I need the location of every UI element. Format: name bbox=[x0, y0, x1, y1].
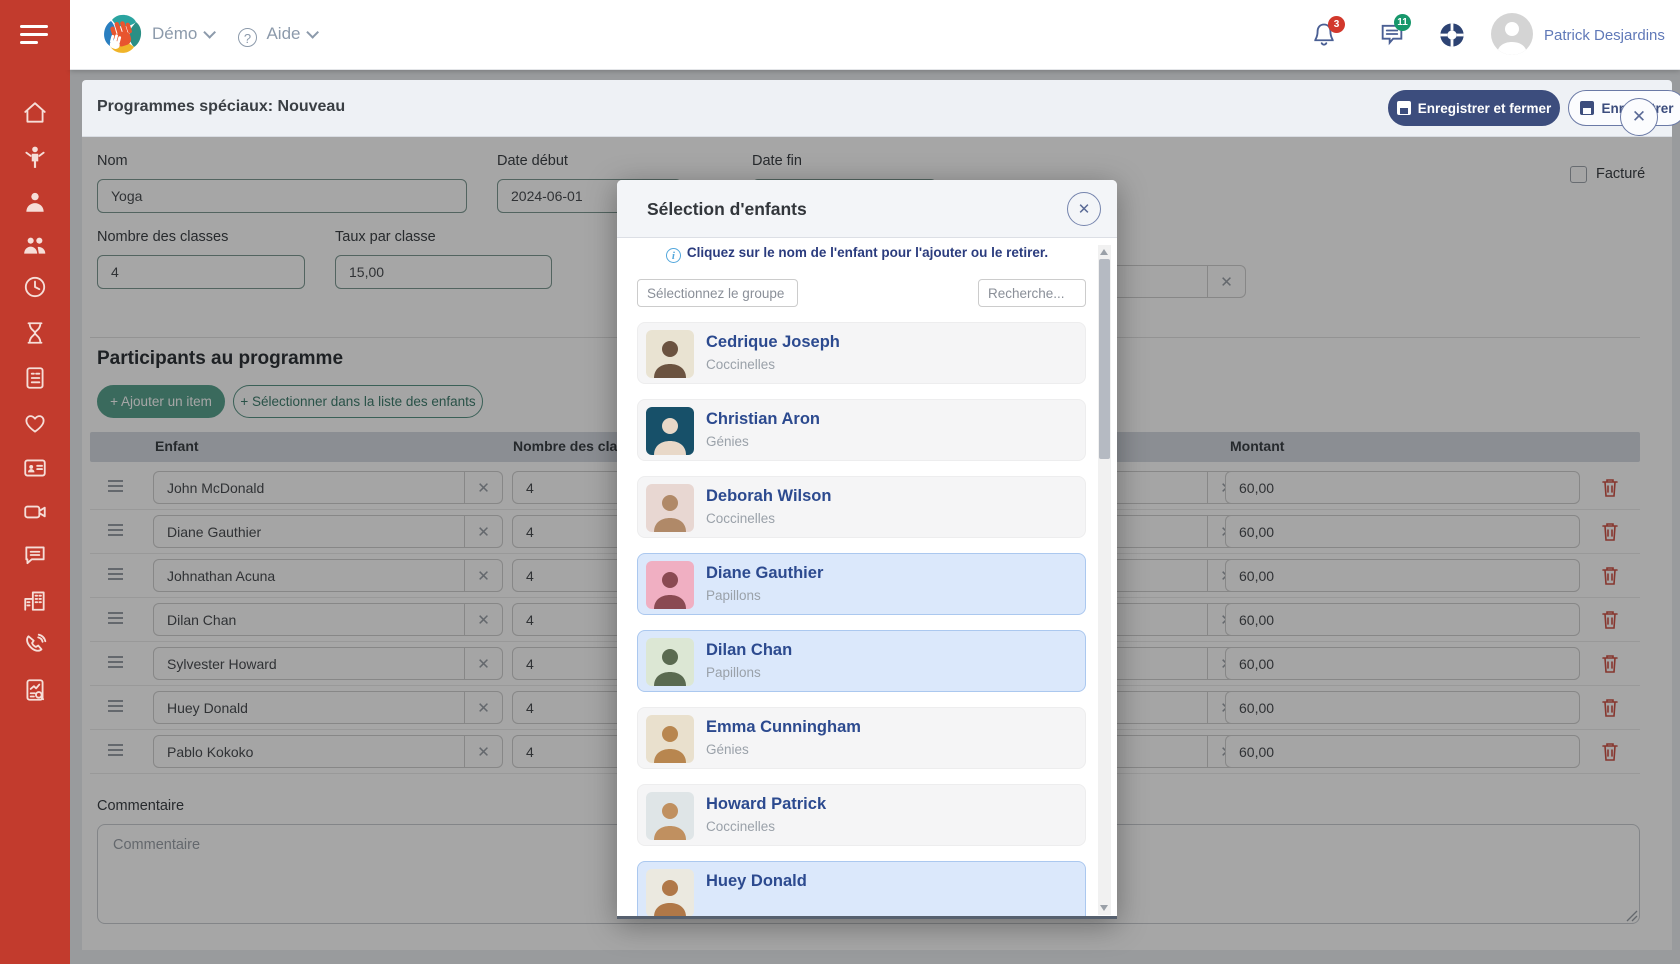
sidebar-item-groups[interactable] bbox=[0, 225, 70, 265]
home-icon bbox=[22, 100, 48, 126]
chevron-down-icon bbox=[204, 26, 217, 39]
notifications-button[interactable]: 3 bbox=[1310, 20, 1338, 55]
child-name: Huey Donald bbox=[706, 872, 807, 891]
sidebar-item-billing[interactable] bbox=[0, 358, 70, 398]
child-group: Coccinelles bbox=[706, 357, 775, 372]
modal-close-button[interactable]: ✕ bbox=[1067, 192, 1101, 226]
messages-badge: 11 bbox=[1394, 14, 1411, 31]
child-group: Coccinelles bbox=[706, 819, 775, 834]
child-avatar bbox=[646, 715, 694, 763]
save-icon bbox=[1580, 101, 1594, 115]
child-card[interactable]: Howard Patrick Coccinelles bbox=[637, 784, 1086, 846]
child-name: Diane Gauthier bbox=[706, 564, 823, 583]
child-group: Génies bbox=[706, 434, 749, 449]
sidebar-item-schedule[interactable] bbox=[0, 267, 70, 307]
sidebar-item-contacts[interactable] bbox=[0, 448, 70, 488]
building-icon bbox=[22, 587, 48, 613]
child-card[interactable]: Cedrique Joseph Coccinelles bbox=[637, 322, 1086, 384]
org-switcher[interactable]: Démo bbox=[152, 24, 212, 44]
help-label: Aide bbox=[266, 24, 300, 43]
sidebar-item-facilities[interactable] bbox=[0, 580, 70, 620]
child-avatar bbox=[646, 561, 694, 609]
scrollbar-thumb[interactable] bbox=[1099, 259, 1110, 459]
child-card[interactable]: Christian Aron Génies bbox=[637, 399, 1086, 461]
educator-icon bbox=[22, 189, 48, 215]
child-card[interactable]: Dilan Chan Papillons bbox=[637, 630, 1086, 692]
save-close-label: Enregistrer et fermer bbox=[1418, 101, 1552, 116]
child-group: Papillons bbox=[706, 588, 761, 603]
child-icon bbox=[22, 144, 48, 170]
child-name: Cedrique Joseph bbox=[706, 333, 840, 352]
child-avatar bbox=[646, 792, 694, 840]
scroll-up-icon[interactable] bbox=[1100, 249, 1108, 255]
org-name: Démo bbox=[152, 24, 197, 43]
child-avatar bbox=[646, 869, 694, 917]
phone-icon bbox=[22, 632, 48, 658]
help-icon: ? bbox=[238, 28, 257, 47]
chat-icon bbox=[22, 542, 48, 568]
modal-info-text: Cliquez sur le nom de l'enfant pour l'aj… bbox=[687, 245, 1048, 260]
sidebar-item-reports[interactable] bbox=[0, 670, 70, 710]
search-input[interactable] bbox=[978, 279, 1086, 307]
invoice-icon bbox=[22, 365, 48, 391]
child-name: Howard Patrick bbox=[706, 795, 826, 814]
help-menu[interactable]: ? Aide bbox=[238, 24, 315, 47]
sidebar bbox=[0, 70, 70, 964]
id-card-icon bbox=[22, 455, 48, 481]
messages-button[interactable]: 11 bbox=[1378, 20, 1406, 53]
group-select[interactable] bbox=[637, 279, 798, 307]
clock-icon bbox=[22, 274, 48, 300]
child-group: Papillons bbox=[706, 665, 761, 680]
child-name: Emma Cunningham bbox=[706, 718, 861, 737]
scroll-down-icon[interactable] bbox=[1100, 905, 1108, 911]
save-close-button[interactable]: Enregistrer et fermer bbox=[1388, 90, 1560, 126]
modal-title: Sélection d'enfants bbox=[647, 199, 807, 220]
child-name: Dilan Chan bbox=[706, 641, 792, 660]
sidebar-item-children[interactable] bbox=[0, 137, 70, 177]
child-selection-modal: Sélection d'enfants ✕ i Cliquez sur le no… bbox=[617, 180, 1117, 919]
user-name[interactable]: Patrick Desjardins bbox=[1544, 27, 1665, 44]
group-icon bbox=[22, 232, 48, 258]
child-card[interactable]: Emma Cunningham Génies bbox=[637, 707, 1086, 769]
modal-info: i Cliquez sur le nom de l'enfant pour l'a… bbox=[617, 245, 1097, 263]
topbar: Démo ? Aide 3 11 bbox=[70, 0, 1680, 70]
child-card[interactable]: Huey Donald bbox=[637, 861, 1086, 919]
notification-badge: 3 bbox=[1328, 16, 1345, 33]
close-panel-button[interactable]: ✕ bbox=[1620, 98, 1658, 136]
child-card[interactable]: Deborah Wilson Coccinelles bbox=[637, 476, 1086, 538]
child-group: Génies bbox=[706, 742, 749, 757]
user-avatar[interactable] bbox=[1491, 13, 1533, 55]
page-title: Programmes spéciaux: Nouveau bbox=[97, 98, 345, 116]
chevron-down-icon bbox=[307, 26, 320, 39]
child-avatar bbox=[646, 484, 694, 532]
sidebar-item-messages[interactable] bbox=[0, 535, 70, 575]
child-avatar bbox=[646, 330, 694, 378]
modal-scrollbar[interactable] bbox=[1098, 245, 1111, 915]
lifebuoy-icon bbox=[1438, 21, 1466, 49]
child-name: Deborah Wilson bbox=[706, 487, 831, 506]
sidebar-item-calls[interactable] bbox=[0, 625, 70, 665]
panel-header: Programmes spéciaux: Nouveau Enregistrer… bbox=[82, 80, 1672, 137]
save-icon bbox=[1397, 101, 1411, 115]
sidebar-item-waitlist[interactable] bbox=[0, 313, 70, 353]
info-icon: i bbox=[666, 248, 681, 263]
modal-header: Sélection d'enfants ✕ bbox=[617, 180, 1117, 238]
sidebar-item-health[interactable] bbox=[0, 403, 70, 443]
sidebar-item-educators[interactable] bbox=[0, 182, 70, 222]
heart-icon bbox=[22, 410, 48, 436]
child-name: Christian Aron bbox=[706, 410, 820, 429]
child-avatar bbox=[646, 407, 694, 455]
video-icon bbox=[22, 499, 48, 525]
support-button[interactable] bbox=[1438, 21, 1466, 54]
child-group: Coccinelles bbox=[706, 511, 775, 526]
app-logo-icon bbox=[98, 10, 146, 58]
menu-toggle-button[interactable] bbox=[0, 0, 70, 70]
report-icon bbox=[22, 677, 48, 703]
hourglass-icon bbox=[22, 320, 48, 346]
sidebar-item-home[interactable] bbox=[0, 93, 70, 133]
sidebar-item-video[interactable] bbox=[0, 492, 70, 532]
child-avatar bbox=[646, 638, 694, 686]
child-card[interactable]: Diane Gauthier Papillons bbox=[637, 553, 1086, 615]
app-root: Nom Date début Date fin Facturé Nombre d… bbox=[0, 0, 1680, 964]
